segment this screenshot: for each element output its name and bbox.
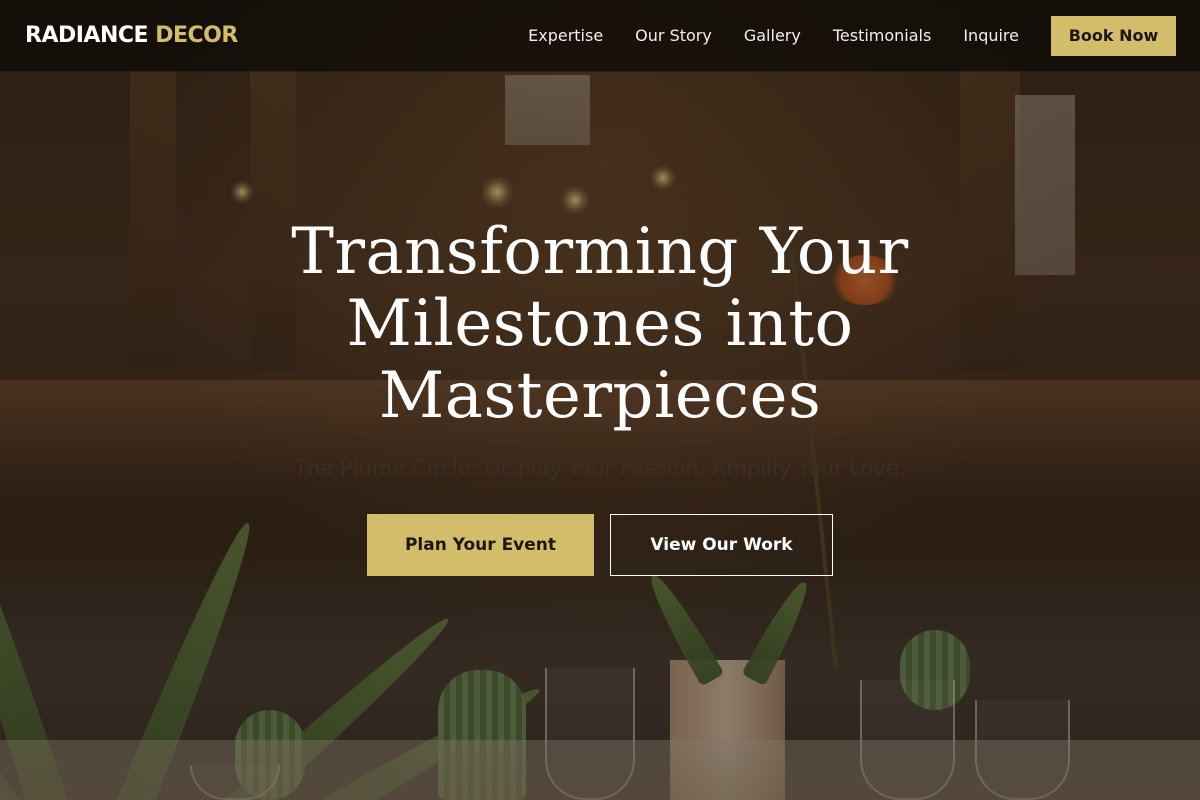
plan-event-button[interactable]: Plan Your Event: [367, 514, 594, 576]
view-work-button[interactable]: View Our Work: [610, 514, 833, 576]
hero-cta-row: Plan Your Event View Our Work: [0, 514, 1200, 576]
brand-name-accent: DECOR: [155, 23, 238, 48]
nav-link-our-story[interactable]: Our Story: [635, 26, 712, 45]
brand-logo[interactable]: RADIANCE DECOR: [25, 23, 238, 48]
top-navbar: RADIANCE DECOR Expertise Our Story Galle…: [0, 0, 1200, 72]
nav-link-gallery[interactable]: Gallery: [744, 26, 801, 45]
nav-link-testimonials[interactable]: Testimonials: [833, 26, 932, 45]
hero-title: Transforming Your Milestones into Master…: [291, 215, 909, 433]
hero-subtitle: The Plume Circle: Display Your Passion, …: [294, 456, 906, 480]
hero-content: Transforming Your Milestones into Master…: [0, 216, 1200, 576]
nav-links: Expertise Our Story Gallery Testimonials…: [528, 26, 1019, 45]
hero-section: RADIANCE DECOR Expertise Our Story Galle…: [0, 0, 1200, 800]
brand-name-primary: RADIANCE: [25, 23, 149, 48]
nav-link-inquire[interactable]: Inquire: [963, 26, 1019, 45]
book-now-button[interactable]: Book Now: [1051, 15, 1176, 56]
nav-link-expertise[interactable]: Expertise: [528, 26, 603, 45]
